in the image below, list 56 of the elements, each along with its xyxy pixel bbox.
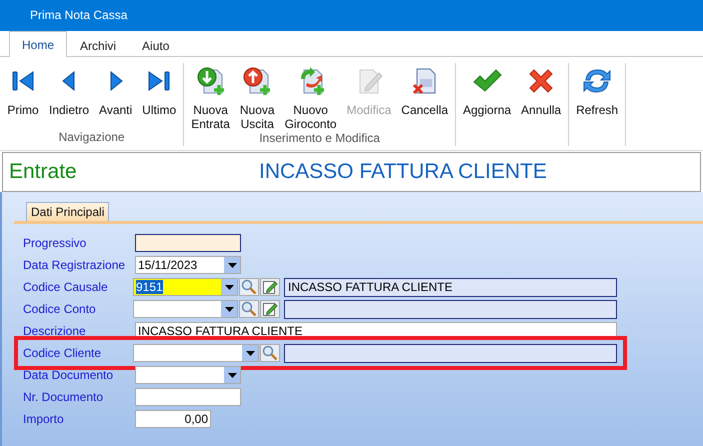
ribbon-button[interactable]: Nuovo Giroconto (280, 63, 342, 131)
field-label: Descrizione (23, 324, 87, 338)
window-title: Prima Nota Cassa (29, 7, 128, 22)
group-label: Inserimento e Modifica (259, 131, 380, 147)
edit-button[interactable] (260, 278, 280, 296)
magnifier-icon (241, 279, 257, 295)
ribbon-button[interactable]: Indietro (44, 63, 94, 130)
group-label: Navigazione (58, 130, 125, 146)
field-label: Codice Conto (23, 302, 97, 316)
ribbon-tab[interactable]: Home (9, 31, 68, 57)
magnifier-icon (241, 301, 257, 317)
input-field[interactable] (135, 388, 241, 406)
ribbon-button[interactable]: Cancella (396, 63, 453, 131)
caret-icon (246, 350, 254, 356)
date-field[interactable] (135, 366, 241, 384)
field-label: Codice Cliente (23, 346, 102, 360)
ribbon-button[interactable]: Aggiorna (458, 63, 516, 146)
date-field[interactable]: 15/11/2023 (135, 256, 241, 274)
ribbon-tab[interactable]: Archivi (67, 33, 130, 57)
document-down-arrow-icon (194, 65, 227, 97)
caret-icon (224, 284, 234, 290)
field-label: Nr. Documento (23, 390, 104, 404)
magnifier-icon (262, 345, 278, 361)
code-field[interactable] (133, 300, 238, 318)
record-title: INCASSO FATTURA CLIENTE (259, 160, 547, 184)
ribbon-button[interactable]: Refresh (571, 63, 624, 146)
caret-icon (228, 372, 236, 378)
caret-icon (228, 262, 236, 268)
section-title: Entrate (8, 160, 78, 184)
field-label: Progressivo (23, 236, 88, 250)
ribbon-button[interactable]: Annulla (516, 63, 566, 146)
document-pencil-icon (262, 279, 278, 295)
ribbon-tab[interactable]: Aiuto (129, 33, 182, 57)
dropdown-button[interactable] (224, 367, 240, 383)
code-field[interactable] (133, 344, 259, 362)
dropdown-button[interactable] (224, 257, 240, 273)
form-tab[interactable]: Dati Principali (26, 202, 110, 221)
field-label: Codice Causale (23, 280, 109, 294)
amount-field[interactable]: 0,00 (135, 410, 211, 428)
dropdown-button[interactable] (221, 279, 237, 295)
ribbon-button[interactable]: Avanti (94, 63, 138, 130)
dropdown-button[interactable] (221, 301, 237, 317)
field-label: Data Registrazione (23, 258, 126, 272)
input-field[interactable] (135, 234, 241, 252)
edit-button[interactable] (260, 300, 280, 318)
ribbon-button[interactable]: Ultimo (137, 63, 182, 130)
dropdown-button[interactable] (242, 345, 258, 361)
code-field[interactable]: 9151 (133, 278, 238, 296)
ribbon-button[interactable]: Nuova Entrata (186, 63, 235, 131)
field-label: Data Documento (23, 368, 114, 382)
document-pencil-icon (262, 301, 278, 317)
ribbon-button[interactable]: Primo (2, 63, 44, 130)
ribbon-button[interactable]: Nuova Uscita (234, 63, 280, 131)
description-field: INCASSO FATTURA CLIENTE (284, 278, 617, 296)
field-label: Importo (23, 412, 65, 426)
caret-icon (224, 306, 234, 312)
